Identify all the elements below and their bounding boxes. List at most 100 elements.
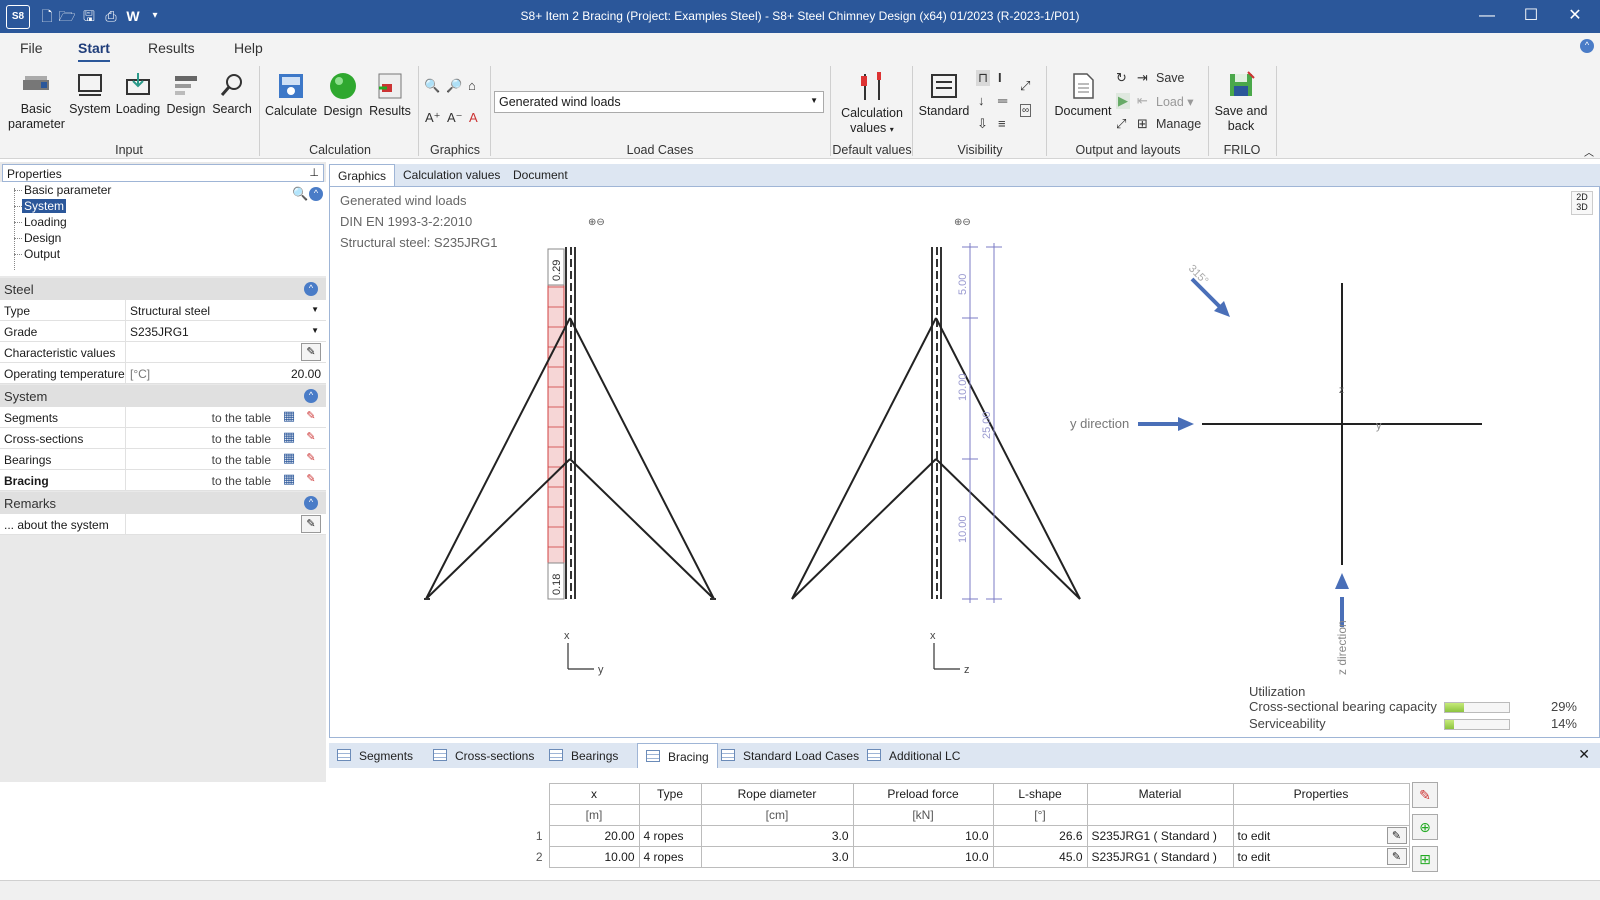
collapse-ribbon-icon[interactable]: ︿: [1584, 144, 1594, 159]
to-the-table-link[interactable]: to the table: [212, 453, 271, 467]
vis-toggle-7-icon[interactable]: ⇩: [977, 116, 988, 132]
tab-document[interactable]: Document: [505, 164, 576, 186]
font-increase-icon[interactable]: A⁺: [425, 110, 441, 126]
tab-calculation-values[interactable]: Calculation values: [395, 164, 508, 186]
edit-icon[interactable]: ✎: [301, 408, 321, 426]
menu-results[interactable]: Results: [148, 40, 195, 56]
cell-preload-force[interactable]: 10.0: [852, 846, 994, 868]
save-icon[interactable]: 🖫: [80, 8, 98, 24]
loading-button[interactable]: Loading: [114, 72, 162, 117]
zoom-icon[interactable]: 🔍: [424, 78, 440, 94]
calculate-button[interactable]: Calculate: [264, 72, 318, 119]
table-icon[interactable]: ▦: [281, 429, 297, 446]
new-file-icon[interactable]: 🗋: [38, 8, 56, 24]
to-the-table-link[interactable]: to the table: [212, 474, 271, 488]
search-button[interactable]: Search: [210, 72, 254, 117]
menu-start[interactable]: Start: [78, 40, 110, 63]
operating-temperature-input[interactable]: [°C] 20.00: [125, 363, 325, 383]
tree-item-output[interactable]: Output: [24, 247, 60, 261]
vis-toggle-3-icon[interactable]: ⤢: [1020, 78, 1030, 94]
to-the-table-link[interactable]: to the table: [212, 411, 271, 425]
table-icon[interactable]: ▦: [281, 450, 297, 467]
dropdown-icon[interactable]: ▾: [146, 8, 164, 24]
tab-segments[interactable]: Segments: [329, 743, 421, 768]
table-icon[interactable]: ▦: [281, 471, 297, 488]
tab-cross-sections[interactable]: Cross-sections: [425, 743, 542, 768]
cell-properties[interactable]: to edit ✎: [1232, 846, 1410, 868]
edit-icon[interactable]: ✎: [301, 343, 321, 361]
open-folder-icon[interactable]: 🗁: [58, 8, 76, 24]
insert-row-button[interactable]: ⊞: [1412, 846, 1438, 872]
menu-file[interactable]: File: [20, 40, 43, 56]
save-layout-button[interactable]: Save: [1156, 71, 1185, 85]
load-case-select[interactable]: Generated wind loads ▼: [494, 91, 824, 113]
steel-grade-select[interactable]: S235JRG1 ▼: [125, 321, 325, 341]
collapse-icon[interactable]: ^: [304, 496, 318, 510]
word-icon[interactable]: W: [124, 8, 142, 24]
tab-standard-load-cases[interactable]: Standard Load Cases: [713, 743, 867, 768]
add-row-button[interactable]: ⊕: [1412, 814, 1438, 840]
tab-additional-lc[interactable]: Additional LC: [859, 743, 968, 768]
edit-icon[interactable]: ✎: [301, 471, 321, 489]
cell-l-shape[interactable]: 26.6: [992, 825, 1088, 847]
layout-icon[interactable]: ▶: [1116, 93, 1130, 109]
graphics-view[interactable]: Generated wind loads DIN EN 1993-3-2:201…: [329, 186, 1600, 738]
home-icon[interactable]: ⌂: [468, 78, 476, 93]
collapse-all-icon[interactable]: ^: [309, 187, 323, 201]
edit-icon[interactable]: ✎: [1386, 848, 1407, 865]
calculation-values-button[interactable]: Calculation values ▾: [836, 70, 908, 137]
vis-toggle-2-icon[interactable]: I: [998, 70, 1002, 85]
tab-bearings[interactable]: Bearings: [541, 743, 626, 768]
minimize-icon[interactable]: —: [1472, 6, 1502, 26]
vis-toggle-4-icon[interactable]: ↓: [978, 93, 985, 108]
to-the-table-link[interactable]: to the table: [212, 432, 271, 446]
cell-rope-diameter[interactable]: 3.0: [700, 825, 854, 847]
refresh-icon[interactable]: ↻: [1116, 70, 1127, 86]
vis-toggle-5-icon[interactable]: ═: [998, 93, 1007, 108]
edit-icon[interactable]: ✎: [301, 429, 321, 447]
layout-manage-icon[interactable]: ⤢: [1116, 116, 1126, 132]
cell-material[interactable]: S235JRG1 ( Standard ): [1086, 825, 1234, 847]
collapse-icon[interactable]: ^: [304, 282, 318, 296]
search-icon[interactable]: 🔍: [292, 186, 308, 202]
tree-item-system[interactable]: System: [22, 199, 67, 213]
edit-table-button[interactable]: ✎: [1412, 782, 1438, 808]
cell-type[interactable]: 4 ropes: [638, 846, 702, 868]
cell-l-shape[interactable]: 45.0: [992, 846, 1088, 868]
zoom-window-icon[interactable]: 🔎: [446, 78, 462, 94]
pin-icon[interactable]: ⊥: [309, 166, 319, 179]
vis-toggle-8-icon[interactable]: ≡: [998, 116, 1006, 131]
edit-icon[interactable]: ✎: [301, 450, 321, 468]
close-icon[interactable]: ✕: [1578, 746, 1590, 763]
font-color-icon[interactable]: A: [469, 110, 478, 125]
system-button[interactable]: System: [68, 72, 112, 117]
vis-toggle-6-icon[interactable]: ∞: [1020, 104, 1032, 117]
design-input-button[interactable]: Design: [164, 72, 208, 117]
cell-type[interactable]: 4 ropes: [638, 825, 702, 847]
tree-item-design[interactable]: Design: [24, 231, 61, 245]
tree-item-loading[interactable]: Loading: [24, 215, 67, 229]
document-button[interactable]: Document: [1054, 72, 1112, 119]
edit-icon[interactable]: ✎: [301, 515, 321, 533]
maximize-icon[interactable]: ☐: [1516, 6, 1546, 26]
standard-visibility-button[interactable]: Standard: [918, 72, 970, 119]
font-decrease-icon[interactable]: A⁻: [447, 110, 463, 126]
cell-preload-force[interactable]: 10.0: [852, 825, 994, 847]
help-info-icon[interactable]: ^: [1580, 39, 1594, 53]
cell-x[interactable]: 10.00: [548, 846, 640, 868]
app-logo[interactable]: S8: [6, 5, 30, 29]
manage-icon[interactable]: ⊞: [1137, 116, 1148, 132]
table-icon[interactable]: ▦: [281, 408, 297, 425]
collapse-icon[interactable]: ^: [304, 389, 318, 403]
cell-properties[interactable]: to edit ✎: [1232, 825, 1410, 847]
vis-toggle-1-icon[interactable]: ⊓: [976, 70, 991, 86]
tab-graphics[interactable]: Graphics: [329, 164, 396, 186]
cell-material[interactable]: S235JRG1 ( Standard ): [1086, 846, 1234, 868]
basic-parameter-button[interactable]: Basic parameter: [8, 72, 65, 132]
save-layout-icon[interactable]: ⇥: [1137, 70, 1148, 86]
menu-help[interactable]: Help: [234, 40, 263, 56]
save-and-back-button[interactable]: Save and back: [1212, 70, 1270, 134]
tab-bracing[interactable]: Bracing: [637, 743, 718, 768]
section-steel[interactable]: Steel ^: [0, 278, 326, 300]
design-calc-button[interactable]: Design: [320, 72, 366, 119]
